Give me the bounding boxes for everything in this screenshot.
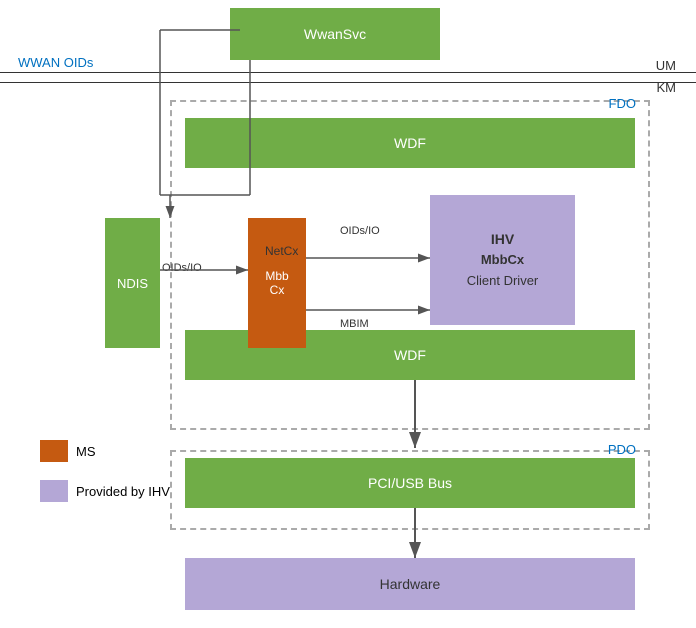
legend-ihv-label: Provided by IHV (76, 484, 170, 499)
pcibus-box: PCI/USB Bus (185, 458, 635, 508)
ihv-box: IHV MbbCx Client Driver (430, 195, 575, 325)
ihv-driver: Client Driver (467, 271, 539, 292)
legend-ms-color (40, 440, 68, 462)
hardware-box: Hardware (185, 558, 635, 610)
oidsio-top-label: OIDs/IO (340, 225, 380, 237)
mbbcx-label: MbbCx (265, 269, 288, 297)
wdf-top-box: WDF (185, 118, 635, 168)
km-label: KM (657, 80, 677, 95)
wwan-oids-label: WWAN OIDs (18, 55, 93, 70)
legend-ihv: Provided by IHV (40, 480, 170, 502)
um-line (0, 72, 696, 73)
mbbcx-box: MbbCx (248, 218, 306, 348)
hardware-label: Hardware (380, 576, 441, 592)
netcx-label: NetCx (265, 244, 298, 258)
um-label: UM (656, 58, 676, 73)
ihv-content: IHV MbbCx Client Driver (467, 228, 539, 292)
wdf-top-label: WDF (394, 135, 426, 151)
legend-ms-label: MS (76, 444, 96, 459)
legend-ihv-color (40, 480, 68, 502)
km-line (0, 82, 696, 83)
wwansvc-box: WwanSvc (230, 8, 440, 60)
ndis-box: NDIS (105, 218, 160, 348)
ndis-label: NDIS (117, 276, 148, 291)
wwansvc-label: WwanSvc (304, 26, 366, 42)
oidsio-ndis-label: OIDs/IO (162, 262, 202, 274)
mbim-label: MBIM (340, 318, 369, 330)
ihv-title: IHV (467, 228, 539, 250)
diagram-container: UM KM WWAN OIDs WwanSvc FDO WDF WDF NDIS… (0, 0, 696, 628)
pdo-label: PDO (608, 442, 636, 457)
fdo-label: FDO (609, 96, 636, 111)
wdf-bottom-label: WDF (394, 347, 426, 363)
pcibus-label: PCI/USB Bus (368, 475, 452, 491)
ihv-sub: MbbCx (467, 250, 539, 271)
legend-ms: MS (40, 440, 96, 462)
